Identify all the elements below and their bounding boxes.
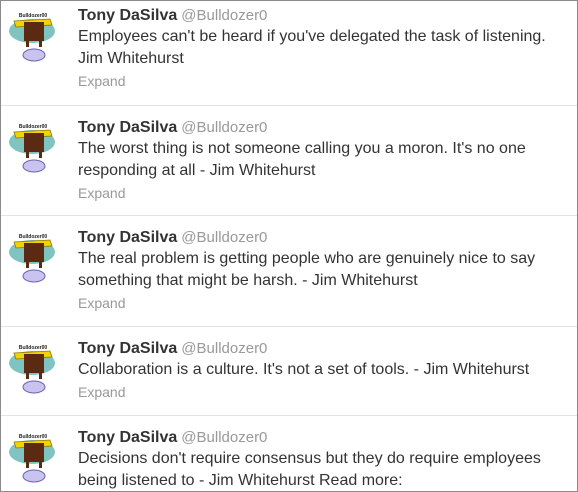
author-name[interactable]: Tony DaSilva <box>78 340 177 357</box>
tweet-timeline: Bulldozer00 Tony DaSilva @Bulldozer0 Empl… <box>0 0 578 492</box>
expand-link[interactable]: Expand <box>78 184 573 202</box>
avatar[interactable]: Bulldozer00 <box>6 337 64 395</box>
tweet[interactable]: Bulldozer00 Tony DaSilva @Bulldozer0 Empl… <box>1 1 577 112</box>
tweet-text: Decisions don't require consensus but th… <box>78 450 541 489</box>
tweet-text: The worst thing is not someone calling y… <box>78 140 526 179</box>
avatar-label: Bulldozer00 <box>19 124 48 130</box>
tweet-text: Collaboration is a culture. It's not a s… <box>78 361 530 378</box>
tweet[interactable]: Bulldozer00 Tony DaSilva @Bulldozer0 The … <box>1 106 577 214</box>
expand-link[interactable]: Expand <box>78 383 573 401</box>
avatar-label: Bulldozer00 <box>19 234 48 240</box>
bulldozer-avatar-icon: Bulldozer00 <box>9 345 55 394</box>
tweet[interactable]: Bulldozer00 Tony DaSilva @Bulldozer0 The … <box>1 216 577 325</box>
author-name[interactable]: Tony DaSilva <box>78 7 177 24</box>
expand-link[interactable]: Expand <box>78 294 573 312</box>
tweet-header: Tony DaSilva @Bulldozer0 <box>78 5 573 26</box>
author-name[interactable]: Tony DaSilva <box>78 229 177 246</box>
bulldozer-avatar-icon: Bulldozer00 <box>9 234 55 283</box>
tweet[interactable]: Bulldozer00 Tony DaSilva @Bulldozer0 Deci… <box>1 416 577 491</box>
tweet-text: The real problem is getting people who a… <box>78 250 536 289</box>
author-handle[interactable]: @Bulldozer0 <box>181 429 267 446</box>
avatar[interactable]: Bulldozer00 <box>6 5 64 63</box>
author-handle[interactable]: @Bulldozer0 <box>181 119 267 136</box>
author-name[interactable]: Tony DaSilva <box>78 429 177 446</box>
author-handle[interactable]: @Bulldozer0 <box>181 7 267 24</box>
author-handle[interactable]: @Bulldozer0 <box>181 229 267 246</box>
bulldozer-avatar-icon: Bulldozer00 <box>9 124 55 173</box>
tweet-header: Tony DaSilva @Bulldozer0 <box>78 117 573 138</box>
tweet-header: Tony DaSilva @Bulldozer0 <box>78 227 573 248</box>
avatar-label: Bulldozer00 <box>19 345 48 351</box>
tweet-text: Employees can't be heard if you've deleg… <box>78 28 546 67</box>
avatar[interactable]: Bulldozer00 <box>6 116 64 174</box>
avatar[interactable]: Bulldozer00 <box>6 226 64 284</box>
avatar-label: Bulldozer00 <box>19 434 48 440</box>
tweet[interactable]: Bulldozer00 Tony DaSilva @Bulldozer0 Coll… <box>1 327 577 415</box>
bulldozer-avatar-icon: Bulldozer00 <box>9 434 55 483</box>
tweet-header: Tony DaSilva @Bulldozer0 <box>78 338 573 359</box>
author-handle[interactable]: @Bulldozer0 <box>181 340 267 357</box>
avatar[interactable]: Bulldozer00 <box>6 426 64 484</box>
expand-link[interactable]: Expand <box>78 72 573 90</box>
avatar-label: Bulldozer00 <box>19 13 48 19</box>
author-name[interactable]: Tony DaSilva <box>78 119 177 136</box>
bulldozer-avatar-icon: Bulldozer00 <box>9 13 55 62</box>
tweet-header: Tony DaSilva @Bulldozer0 <box>78 427 573 448</box>
